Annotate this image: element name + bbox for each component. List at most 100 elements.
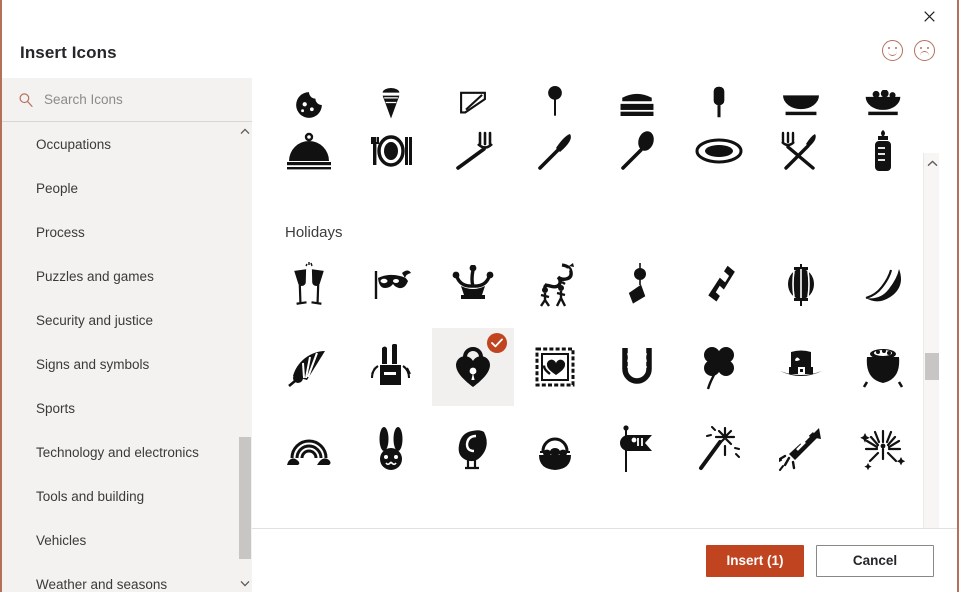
insert-button[interactable]: Insert (1): [706, 544, 804, 577]
gallery-scroll-thumb[interactable]: [925, 353, 939, 380]
sidebar-item-label: Tools and building: [36, 488, 145, 504]
icon-cell[interactable]: [760, 112, 842, 190]
wind-chime-icon: [628, 263, 646, 304]
search-input[interactable]: [44, 92, 234, 107]
icon-grid: Holidays: [252, 68, 939, 492]
sidebar-item-occupations[interactable]: Occupations: [2, 122, 238, 166]
icon-cell[interactable]: [678, 112, 760, 190]
icon-cell[interactable]: [596, 328, 678, 406]
sidebar-scroll-down-button[interactable]: [238, 574, 252, 592]
icon-cell[interactable]: [678, 328, 760, 406]
icon-cell[interactable]: [842, 410, 924, 488]
icon-cell[interactable]: [678, 410, 760, 488]
icon-cell-selected[interactable]: [432, 328, 514, 406]
icon-cell[interactable]: [432, 112, 514, 190]
bunny-icon: [379, 427, 403, 470]
fortune-cookie-icon: [865, 269, 901, 302]
icon-cell[interactable]: [350, 68, 432, 119]
send-a-frown-icon[interactable]: [914, 40, 935, 61]
icon-cell[interactable]: [678, 68, 760, 118]
close-icon: [923, 10, 935, 22]
sidebar-item-label: Sports: [36, 400, 76, 416]
cancel-button[interactable]: Cancel: [816, 544, 934, 577]
icon-cell[interactable]: [760, 246, 842, 324]
dragon-dance-icon: [540, 263, 574, 307]
icon-cell[interactable]: [596, 246, 678, 324]
icon-cell[interactable]: [268, 68, 350, 118]
pot-of-gold-icon: [862, 349, 904, 388]
spoon-icon: [621, 131, 654, 170]
chevron-up-icon: [240, 127, 250, 134]
jester-hat-icon: [452, 265, 494, 299]
sidebar-item-security-and-justice[interactable]: Security and justice: [2, 298, 238, 342]
sidebar-item-signs-and-symbols[interactable]: Signs and symbols: [2, 342, 238, 386]
sidebar-item-label: Weather and seasons: [36, 576, 168, 592]
folding-fan-icon: [288, 351, 325, 387]
icon-cell[interactable]: [432, 68, 514, 114]
icon-cell[interactable]: [842, 246, 924, 324]
icon-cell[interactable]: [842, 112, 924, 190]
baby-bottle-icon: [875, 130, 891, 171]
icon-cell[interactable]: [514, 410, 596, 488]
icon-cell[interactable]: [514, 246, 596, 324]
smile-mouth: [887, 51, 897, 56]
icon-cell[interactable]: [514, 112, 596, 190]
icon-cell[interactable]: [514, 328, 596, 406]
sidebar-item-technology-and-electronics[interactable]: Technology and electronics: [2, 430, 238, 474]
frown-eye-left: [920, 46, 922, 49]
search-box[interactable]: [2, 78, 252, 122]
sidebar-item-tools-and-building[interactable]: Tools and building: [2, 474, 238, 518]
sidebar-item-process[interactable]: Process: [2, 210, 238, 254]
icon-cell[interactable]: [350, 410, 432, 488]
frown-mouth: [919, 51, 929, 56]
sidebar-item-puzzles-and-games[interactable]: Puzzles and games: [2, 254, 238, 298]
icon-cell[interactable]: [760, 410, 842, 488]
close-button[interactable]: [915, 3, 943, 29]
icon-row-food-partial: [252, 68, 939, 119]
icon-cell[interactable]: [268, 112, 350, 190]
check-icon: [491, 338, 503, 348]
icon-cell[interactable]: [842, 68, 924, 116]
sidebar-item-label: Technology and electronics: [36, 444, 199, 460]
icon-cell[interactable]: [596, 410, 678, 488]
icon-cell[interactable]: [350, 328, 432, 406]
icon-cell[interactable]: [268, 328, 350, 406]
rocket-firework-icon: [779, 428, 821, 471]
icon-gallery: Holidays: [252, 68, 939, 528]
icon-cell[interactable]: [268, 246, 350, 324]
icon-cell[interactable]: [514, 68, 596, 116]
icon-cell[interactable]: [350, 246, 432, 324]
sidebar-item-vehicles[interactable]: Vehicles: [2, 518, 238, 562]
icon-cell[interactable]: [350, 112, 432, 190]
dialog-footer: Insert (1) Cancel: [252, 528, 957, 592]
sidebar-item-people[interactable]: People: [2, 166, 238, 210]
icon-cell[interactable]: [432, 410, 514, 488]
sidebar-scrollbar[interactable]: [238, 122, 252, 592]
icon-row-dining: [252, 112, 939, 202]
sidebar-item-sports[interactable]: Sports: [2, 386, 238, 430]
easter-basket-icon: [539, 437, 571, 470]
paper-lantern-icon: [788, 264, 814, 306]
icon-cell[interactable]: [268, 410, 350, 488]
send-a-smile-icon[interactable]: [882, 40, 903, 61]
sidebar-item-weather-and-seasons[interactable]: Weather and seasons: [2, 562, 238, 592]
gallery-scrollbar[interactable]: [923, 153, 939, 528]
icon-cell[interactable]: [760, 328, 842, 406]
sidebar-scroll-up-button[interactable]: [238, 122, 252, 140]
icon-cell[interactable]: [842, 328, 924, 406]
horseshoe-icon: [622, 348, 652, 384]
sidebar-item-label: Occupations: [36, 136, 112, 152]
masquerade-mask-icon: [374, 270, 411, 299]
feedback-buttons: [882, 40, 935, 61]
icon-cell[interactable]: [678, 246, 760, 324]
sidebar-scroll-thumb[interactable]: [239, 437, 251, 559]
icon-cell[interactable]: [432, 246, 514, 324]
icon-cell[interactable]: [596, 68, 678, 116]
gallery-scroll-up-button[interactable]: [924, 153, 939, 173]
icon-cell[interactable]: [760, 68, 842, 116]
chevron-up-icon: [927, 159, 937, 166]
heart-padlock-icon: [456, 347, 490, 387]
category-list: Occupations People Process Puzzles and g…: [2, 122, 238, 592]
chick-icon: [458, 430, 487, 470]
icon-cell[interactable]: [596, 112, 678, 190]
